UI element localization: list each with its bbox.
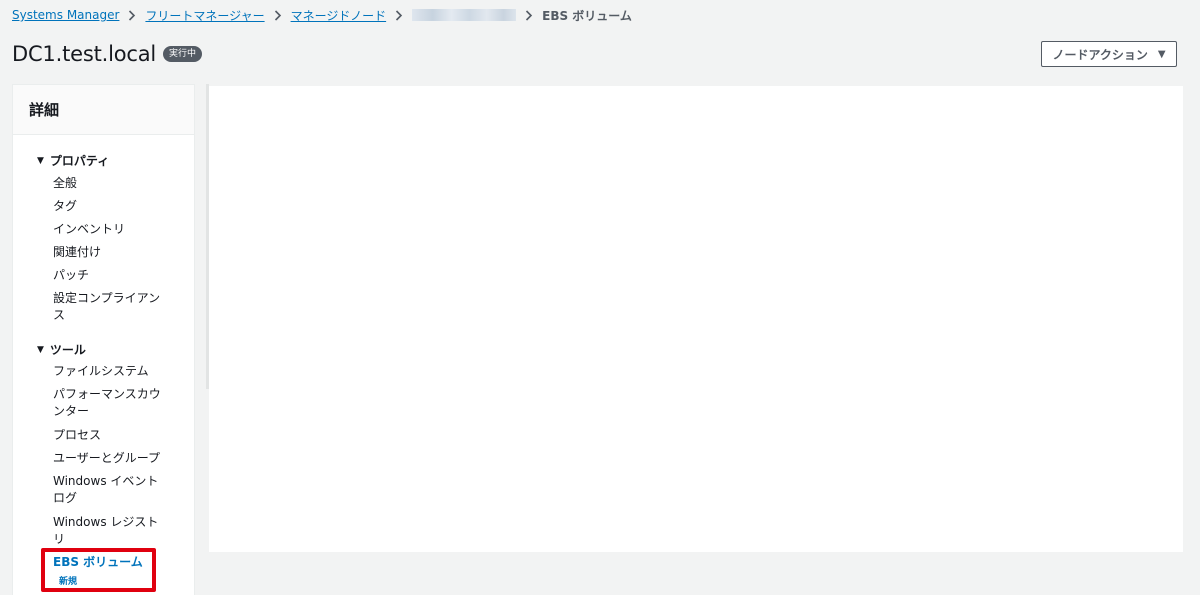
triangle-down-icon: ▼ <box>37 344 44 355</box>
node-action-label: ノードアクション <box>1052 47 1148 62</box>
nav-item-inventory[interactable]: インベントリ <box>53 221 161 238</box>
side-panel-title: 詳細 <box>13 85 194 135</box>
chevron-right-icon <box>395 9 403 21</box>
group-properties-toggle[interactable]: ▼ プロパティ <box>37 152 109 169</box>
highlight-annotation-box <box>41 548 156 592</box>
nav-item-general[interactable]: 全般 <box>53 175 161 192</box>
chevron-right-icon <box>525 9 533 21</box>
nav-item-config-compliance[interactable]: 設定コンプライアンス <box>53 290 161 324</box>
nav-item-tags[interactable]: タグ <box>53 198 161 215</box>
chevron-right-icon <box>274 9 282 21</box>
status-badge: 実行中 <box>163 46 203 62</box>
breadcrumb-redacted-node-id[interactable] <box>412 9 517 21</box>
breadcrumb-current: EBS ボリューム <box>542 8 632 23</box>
chevron-right-icon <box>128 9 136 21</box>
node-action-button[interactable]: ノードアクション ▼ <box>1041 41 1177 67</box>
nav-item-associations[interactable]: 関連付け <box>53 244 161 261</box>
nav-item-performance-counters[interactable]: パフォーマンスカウンター <box>53 386 161 420</box>
breadcrumb: Systems Manager フリートマネージャー マネージドノード EBS … <box>12 6 632 24</box>
nav-item-windows-registry[interactable]: Windows レジストリ <box>53 514 161 548</box>
triangle-down-icon: ▼ <box>37 155 44 166</box>
title-row: DC1.test.local 実行中 <box>12 40 203 68</box>
details-side-panel: 詳細 ▼ プロパティ 全般 タグ インベントリ 関連付け パッチ 設定コンプライ… <box>12 84 195 595</box>
nav-item-processes[interactable]: プロセス <box>53 427 161 444</box>
page-title: DC1.test.local <box>12 42 157 66</box>
main-content-panel <box>209 86 1183 552</box>
group-tools-label: ツール <box>49 343 86 357</box>
nav-item-file-system[interactable]: ファイルシステム <box>53 363 161 380</box>
nav-item-patch[interactable]: パッチ <box>53 267 161 284</box>
breadcrumb-managed-nodes[interactable]: マネージドノード <box>291 7 387 24</box>
group-tools-toggle[interactable]: ▼ ツール <box>37 341 86 358</box>
nav-item-users-groups[interactable]: ユーザーとグループ <box>53 450 161 467</box>
breadcrumb-systems-manager[interactable]: Systems Manager <box>12 8 119 22</box>
breadcrumb-fleet-manager[interactable]: フリートマネージャー <box>145 7 264 24</box>
group-properties-label: プロパティ <box>49 154 110 168</box>
nav-item-windows-event-log[interactable]: Windows イベントログ <box>53 473 161 507</box>
caret-down-icon: ▼ <box>1157 48 1166 60</box>
